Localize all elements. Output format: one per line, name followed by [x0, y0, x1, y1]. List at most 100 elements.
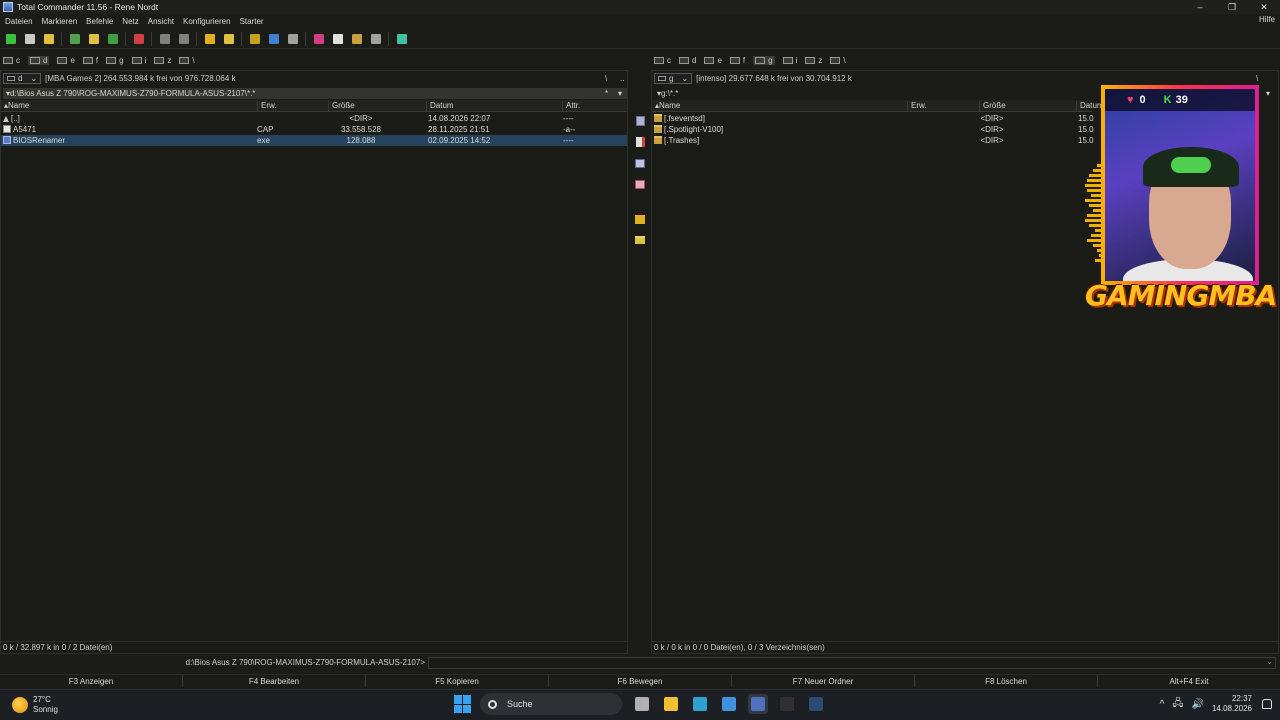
refresh-icon[interactable] — [3, 31, 18, 46]
close-button[interactable]: ✕ — [1248, 0, 1280, 14]
menu-ansicht[interactable]: Ansicht — [148, 17, 174, 26]
weather-temp: 27°C — [33, 695, 51, 704]
toolbar-separator — [241, 31, 242, 46]
f7-new-folder-button[interactable]: F7 Neuer Ordner — [732, 675, 915, 687]
invert-selection-icon[interactable] — [105, 31, 120, 46]
toolbar-separator — [61, 31, 62, 46]
heart-count: 0 — [1139, 94, 1146, 106]
steam-icon[interactable] — [806, 694, 826, 714]
windows-start-icon[interactable] — [454, 695, 472, 713]
f8-delete-button[interactable]: F8 Löschen — [915, 675, 1098, 687]
menu-konfigurieren[interactable]: Konfigurieren — [183, 17, 231, 26]
drive-button-network[interactable]: \ — [830, 55, 846, 65]
archive-icon[interactable] — [634, 213, 646, 225]
find-icon[interactable] — [247, 31, 262, 46]
network-icon[interactable] — [368, 31, 383, 46]
notification-bell-icon[interactable] — [1262, 699, 1272, 709]
drive-label: g — [119, 55, 124, 65]
command-line-input[interactable]: ⌄ — [428, 657, 1276, 669]
search-placeholder: Suche — [507, 699, 533, 709]
url-icon[interactable] — [349, 31, 364, 46]
f5-copy-button[interactable]: F5 Kopieren — [366, 675, 549, 687]
network-icon[interactable]: 🖧 — [1172, 696, 1183, 713]
menu-befehle[interactable]: Befehle — [86, 17, 113, 26]
back-icon[interactable] — [157, 31, 172, 46]
weather-widget[interactable]: 27°C Sonnig — [12, 695, 58, 715]
menu-bar: Dateien Markieren Befehle Netz Ansicht K… — [0, 14, 1280, 28]
drive-label: f — [95, 55, 99, 65]
maximize-button[interactable]: ❐ — [1216, 0, 1248, 14]
drive-button-e[interactable]: e — [57, 56, 75, 65]
total-commander-icon[interactable] — [748, 694, 768, 714]
delete-icon[interactable] — [634, 178, 646, 190]
f6-move-button[interactable]: F6 Bewegen — [549, 675, 732, 687]
clock-date: 14.08.2026 — [1211, 704, 1252, 713]
file-explorer-icon[interactable] — [661, 694, 681, 714]
move-icon[interactable] — [634, 136, 646, 148]
drive-button-network[interactable]: \ — [179, 56, 195, 65]
multi-rename-icon[interactable] — [266, 31, 281, 46]
brand-logo: GAMINGMBA — [1085, 279, 1277, 312]
weather-sun-icon — [12, 697, 28, 713]
tray-overflow-icon[interactable]: ^ — [1160, 699, 1165, 710]
obs-icon[interactable] — [777, 694, 797, 714]
alt-f4-exit-button[interactable]: Alt+F4 Exit — [1098, 675, 1280, 687]
drive-button-f[interactable]: f — [729, 56, 745, 65]
f4-edit-button[interactable]: F4 Bearbeiten — [183, 675, 366, 687]
drive-label: e — [717, 55, 722, 65]
title-bar: Total Commander 11.56 - Rene Nordt – ❐ ✕ — [0, 0, 1280, 14]
menu-netz[interactable]: Netz — [122, 17, 138, 26]
menu-dateien[interactable]: Dateien — [5, 17, 33, 26]
drive-button-z[interactable]: z — [805, 56, 822, 65]
drive-label: z — [167, 55, 172, 65]
compare-files-icon[interactable] — [634, 157, 646, 169]
pack-icon[interactable] — [202, 31, 217, 46]
drive-button-d[interactable]: d — [679, 56, 696, 65]
drive-label: g — [768, 55, 773, 65]
drive-label: \ — [843, 55, 846, 65]
drive-icon — [729, 56, 740, 64]
drive-button-d[interactable]: d — [28, 55, 50, 65]
compare-icon[interactable] — [131, 31, 146, 46]
copy-icon[interactable] — [634, 115, 646, 127]
menu-starter[interactable]: Starter — [240, 17, 264, 26]
clock[interactable]: 22:37 14.08.2026 — [1212, 694, 1252, 714]
right-status-bar: 0 k / 0 k in 0 / 0 Datei(en), 0 / 3 Verz… — [651, 641, 1279, 653]
menu-markieren[interactable]: Markieren — [42, 17, 78, 26]
drive-button-i[interactable]: i — [131, 55, 147, 65]
drive-button-i[interactable]: i — [782, 56, 797, 65]
command-line: d:\Bios Asus Z 790\ROG-MAXIMUS-Z790-FORM… — [0, 657, 1280, 669]
toolbar-separator — [151, 31, 152, 46]
drive-button-z[interactable]: z — [154, 56, 171, 65]
edge-icon[interactable] — [690, 694, 710, 714]
drive-button-e[interactable]: e — [704, 55, 722, 65]
drive-label: d — [43, 55, 48, 65]
drive-label: i — [144, 55, 147, 65]
drive-button-c[interactable]: c — [654, 56, 671, 65]
drive-button-g[interactable]: g — [753, 55, 775, 65]
drive-button-c[interactable]: c — [3, 56, 20, 65]
volume-icon[interactable]: 🔊 — [1192, 699, 1204, 710]
store-icon[interactable] — [719, 694, 739, 714]
minimize-button[interactable]: – — [1184, 0, 1216, 14]
forward-icon[interactable] — [176, 31, 191, 46]
task-view-icon[interactable] — [632, 694, 652, 714]
menu-hilfe[interactable]: Hilfe — [1259, 15, 1275, 24]
drive-button-g[interactable]: g — [106, 55, 124, 65]
sync-dirs-icon[interactable] — [285, 31, 300, 46]
tree-view-icon[interactable] — [86, 31, 101, 46]
taskbar-search[interactable]: Suche — [480, 693, 622, 715]
brief-view-icon[interactable] — [22, 31, 37, 46]
new-folder-icon[interactable] — [634, 234, 646, 246]
ftp-icon[interactable] — [330, 31, 345, 46]
copy-names-icon[interactable] — [311, 31, 326, 46]
chevron-down-icon[interactable]: ⌄ — [1266, 657, 1273, 666]
drive-button-f[interactable]: f — [82, 55, 99, 65]
detailed-view-icon[interactable] — [41, 31, 56, 46]
unpack-icon[interactable] — [221, 31, 236, 46]
window-controls: – ❐ ✕ — [1184, 0, 1280, 14]
thumbnails-icon[interactable] — [67, 31, 82, 46]
notepad-icon[interactable] — [394, 31, 409, 46]
command-line-path: d:\Bios Asus Z 790\ROG-MAXIMUS-Z790-FORM… — [185, 658, 425, 667]
f3-view-button[interactable]: F3 Anzeigen — [0, 675, 183, 687]
